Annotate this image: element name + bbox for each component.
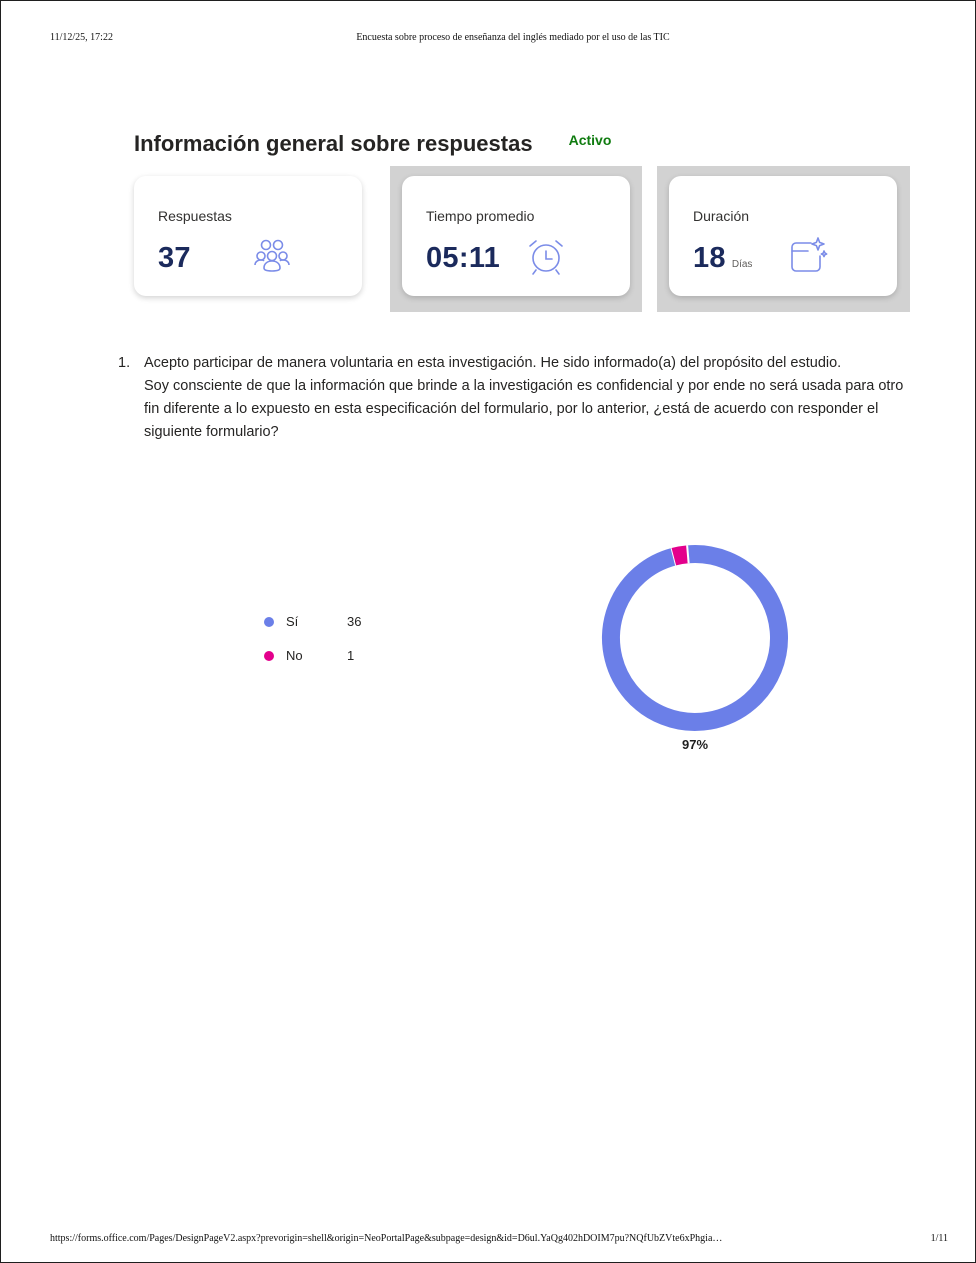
stat-card-wrap-avg-time: Tiempo promedio 05:11 (390, 166, 642, 312)
question-text-line1: Acepto participar de manera voluntaria e… (144, 355, 842, 371)
stat-unit-duration: Días (731, 259, 753, 270)
donut-chart: 97% (600, 543, 790, 758)
legend-dot-no (264, 651, 274, 661)
stat-label-responses: Respuestas (158, 208, 232, 224)
print-url: https://forms.office.com/Pages/DesignPag… (50, 1233, 723, 1244)
stat-value-duration: 18 Días (693, 242, 752, 275)
legend-label: No (286, 648, 303, 663)
people-icon (250, 234, 294, 278)
legend-dot-si (264, 617, 274, 627)
stat-card-duration[interactable]: Duración 18 Días (669, 176, 897, 296)
legend-count: 1 (347, 648, 355, 663)
stat-card-wrap-duration: Duración 18 Días (657, 166, 910, 312)
stat-value-duration-number: 18 (693, 242, 726, 274)
question-1: 1. Acepto participar de manera voluntari… (118, 352, 908, 444)
print-page-indicator: 1/11 (930, 1233, 948, 1244)
question-number: 1. (118, 355, 131, 371)
alarm-clock-icon (524, 234, 568, 278)
donut-slice-si[interactable] (602, 545, 788, 731)
summary-header: Información general sobre respuestas Act… (134, 126, 611, 162)
stat-label-duration: Duración (693, 208, 750, 224)
print-header: 11/12/25, 17:22 Encuesta sobre proceso d… (50, 32, 936, 48)
stat-value-responses: 37 (158, 242, 191, 274)
stat-label-avg-time: Tiempo promedio (426, 208, 535, 224)
stat-card-wrap-responses: Respuestas 37 (124, 166, 374, 312)
donut-svg (602, 545, 788, 731)
donut-slice-no[interactable] (671, 545, 689, 566)
legend-count: 36 (347, 614, 362, 629)
stat-value-avg-time: 05:11 (426, 242, 501, 274)
page-title: Información general sobre respuestas (134, 131, 533, 156)
stat-card-avg-time[interactable]: Tiempo promedio 05:11 (402, 176, 630, 296)
status-badge: Activo (568, 132, 612, 148)
calendar-sparkle-icon (785, 234, 829, 278)
print-document-title: Encuesta sobre proceso de enseñanza del … (356, 32, 670, 43)
print-footer: https://forms.office.com/Pages/DesignPag… (50, 1233, 948, 1249)
donut-percentage-label: 97% (681, 737, 709, 752)
legend-label: Sí (286, 614, 299, 629)
question-text-line2: Soy consciente de que la información que… (144, 378, 904, 440)
stat-card-responses[interactable]: Respuestas 37 (134, 176, 362, 296)
